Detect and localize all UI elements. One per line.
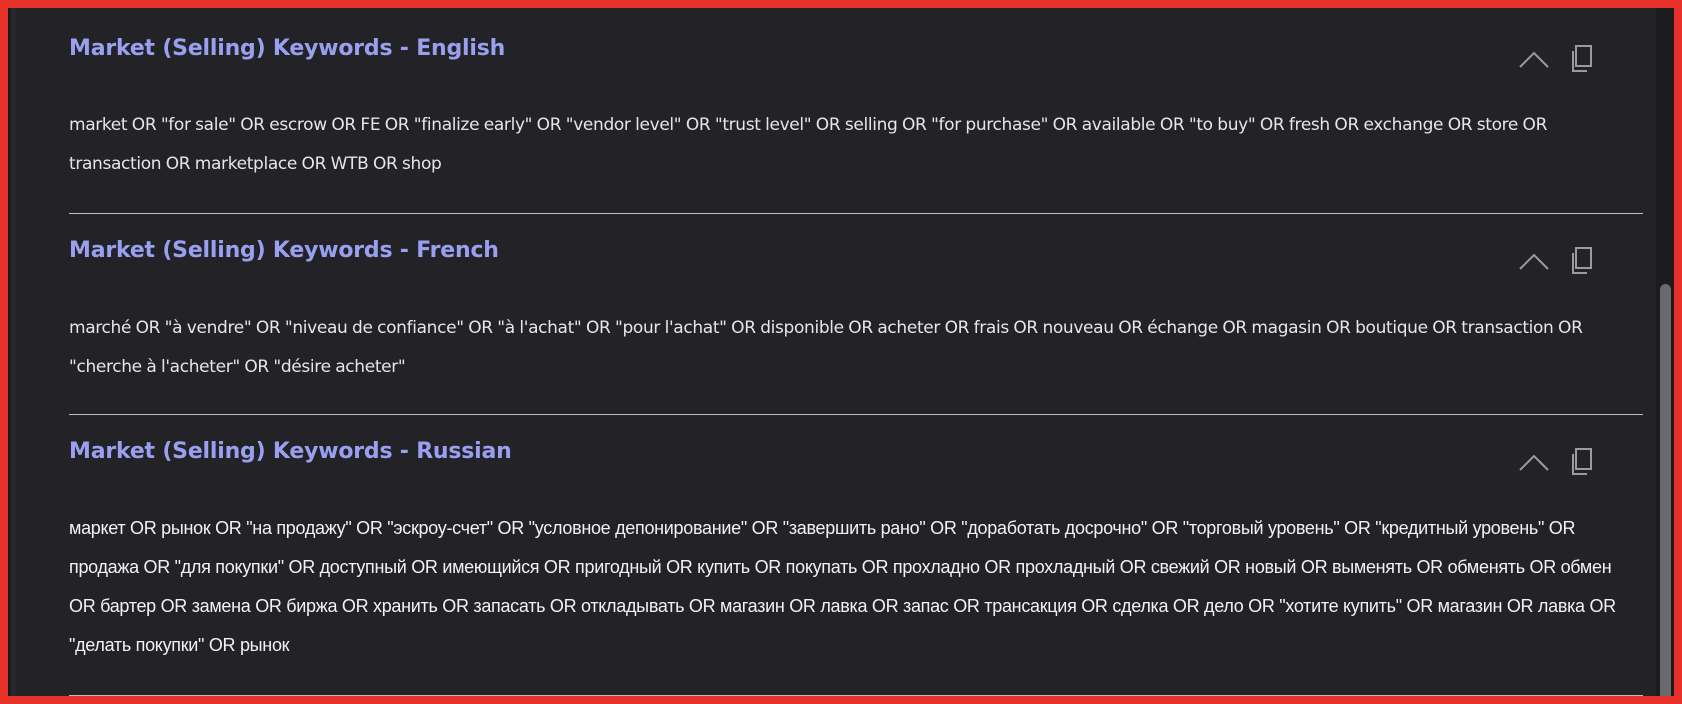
scrollbar[interactable] xyxy=(1656,8,1674,696)
section-title: Market (Selling) Keywords - French xyxy=(69,238,499,263)
section-actions xyxy=(1517,448,1595,476)
screenshot-frame: Market (Selling) Keywords - English mark… xyxy=(0,0,1682,704)
keyword-section-english: Market (Selling) Keywords - English mark… xyxy=(69,8,1643,214)
section-actions xyxy=(1517,247,1595,275)
keyword-list-text: маркет OR рынок OR "на продажу" OR "эскр… xyxy=(69,518,1616,655)
section-header: Market (Selling) Keywords - English xyxy=(69,8,1643,72)
section-header: Market (Selling) Keywords - French xyxy=(69,214,1643,274)
copy-button[interactable] xyxy=(1567,448,1595,476)
keyword-sections-list: Market (Selling) Keywords - English mark… xyxy=(69,8,1643,696)
section-header: Market (Selling) Keywords - Russian xyxy=(69,415,1643,475)
collapse-button[interactable] xyxy=(1517,247,1551,275)
keyword-list-text: marché OR "à vendre" OR "niveau de confi… xyxy=(69,318,1583,377)
scrollbar-thumb[interactable] xyxy=(1660,284,1671,696)
window-left-edge xyxy=(8,8,17,696)
keyword-list-text: market OR "for sale" OR escrow OR FE OR … xyxy=(69,115,1548,174)
chevron-up-icon xyxy=(1519,253,1549,270)
copy-icon xyxy=(1572,247,1592,274)
keyword-section-russian: Market (Selling) Keywords - Russian марк… xyxy=(69,415,1643,696)
copy-icon xyxy=(1572,448,1592,475)
copy-button[interactable] xyxy=(1567,45,1595,73)
chevron-up-icon xyxy=(1519,51,1549,68)
collapse-button[interactable] xyxy=(1517,45,1551,73)
chevron-up-icon xyxy=(1519,454,1549,471)
collapse-button[interactable] xyxy=(1517,448,1551,476)
copy-button[interactable] xyxy=(1567,247,1595,275)
keyword-section-french: Market (Selling) Keywords - French march… xyxy=(69,214,1643,415)
section-title: Market (Selling) Keywords - Russian xyxy=(69,439,512,464)
section-title: Market (Selling) Keywords - English xyxy=(69,36,506,61)
section-actions xyxy=(1517,45,1595,73)
copy-icon xyxy=(1572,45,1592,72)
